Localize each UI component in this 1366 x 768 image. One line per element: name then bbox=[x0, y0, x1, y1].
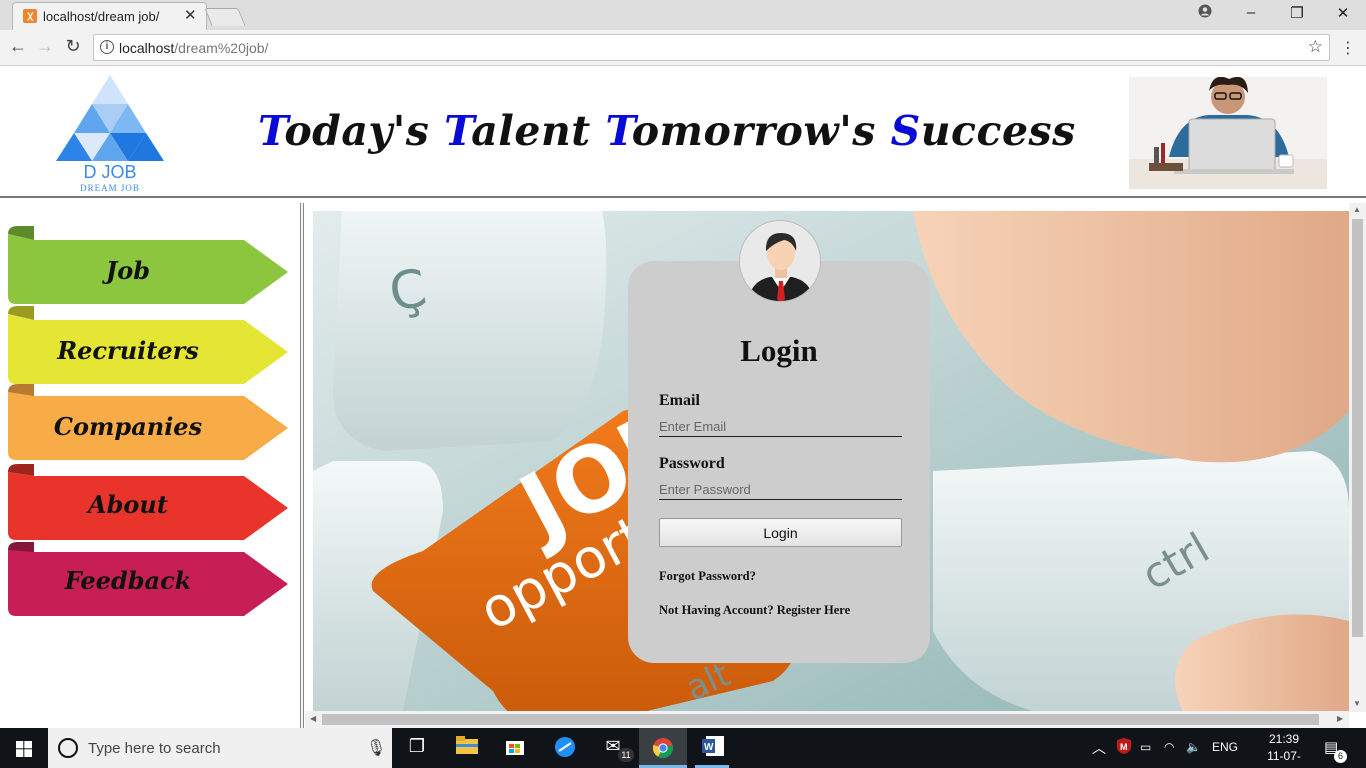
tagline-word-4: uccess bbox=[920, 107, 1076, 155]
tab-close-icon[interactable]: ✕ bbox=[184, 6, 197, 24]
clock-date: 11-07-2018 bbox=[1267, 749, 1301, 768]
sidebar-item-job[interactable]: Job bbox=[8, 226, 288, 304]
tab-title: localhost/dream job/ bbox=[43, 9, 160, 24]
sidebar-item-label: Recruiters bbox=[57, 336, 199, 365]
word-icon[interactable]: W bbox=[700, 736, 726, 760]
svg-text:M: M bbox=[1120, 742, 1128, 752]
windows-start-icon[interactable] bbox=[16, 741, 32, 757]
header-person-laptop-image bbox=[1129, 77, 1327, 189]
logo-text: D JOB bbox=[83, 162, 137, 182]
email-label: Email bbox=[659, 392, 700, 409]
restore-icon[interactable]: ❐ bbox=[1282, 4, 1312, 22]
site-logo[interactable]: D JOB DREAM JOB bbox=[55, 73, 165, 193]
tagline-cap-1: T bbox=[258, 107, 285, 155]
back-arrow-icon[interactable]: ← bbox=[6, 36, 30, 57]
login-title: Login bbox=[740, 333, 818, 368]
store-icon[interactable] bbox=[502, 736, 528, 760]
tagline-word-2: alent bbox=[471, 107, 606, 155]
tagline-word-1: oday's bbox=[284, 107, 445, 155]
scroll-up-icon[interactable]: ▲ bbox=[1353, 205, 1361, 214]
wifi-icon[interactable]: ◠ bbox=[1164, 740, 1174, 754]
triangle-logo-icon bbox=[56, 75, 164, 161]
logo-subtext: DREAM JOB bbox=[80, 183, 140, 193]
cortana-icon bbox=[58, 738, 78, 758]
svg-text:W: W bbox=[704, 742, 714, 753]
scroll-right-icon[interactable]: ▶ bbox=[1337, 714, 1343, 723]
sidebar-item-label: Feedback bbox=[64, 566, 192, 595]
battery-icon[interactable]: ▭ bbox=[1140, 740, 1151, 754]
sidebar-item-about[interactable]: About bbox=[8, 464, 288, 540]
chrome-icon bbox=[652, 738, 674, 758]
forgot-password-link[interactable]: Forgot Password? bbox=[659, 569, 756, 584]
password-field[interactable] bbox=[659, 480, 902, 500]
login-card: Login Email Password Login Forgot Passwo… bbox=[628, 261, 930, 663]
chrome-taskbar-button[interactable] bbox=[639, 728, 687, 768]
email-field[interactable] bbox=[659, 417, 902, 437]
horizontal-scrollbar[interactable]: ◀ ▶ bbox=[305, 711, 1349, 728]
clock[interactable]: 21:39 11-07-2018 bbox=[1256, 731, 1312, 768]
mail-badge: 11 bbox=[618, 748, 634, 762]
forward-arrow-icon[interactable]: → bbox=[33, 36, 57, 57]
tagline-cap-3: T bbox=[605, 107, 632, 155]
sidebar-nav: Job Recruiters Companies About Feedback bbox=[0, 200, 300, 728]
browser-toolbar: ← → ↻ i localhost/dream%20job/ ☆ ⋮ bbox=[0, 30, 1366, 66]
window-close-icon[interactable]: ✕ bbox=[1328, 4, 1358, 22]
mcafee-icon[interactable]: M bbox=[1116, 738, 1132, 757]
volume-icon[interactable]: 🔈 bbox=[1186, 740, 1201, 754]
vertical-scrollbar[interactable]: ▲ ▼ bbox=[1349, 203, 1366, 712]
register-link[interactable]: Not Having Account? Register Here bbox=[659, 603, 850, 618]
bookmark-star-icon[interactable]: ☆ bbox=[1308, 37, 1323, 57]
user-avatar-icon bbox=[739, 220, 821, 302]
address-bar[interactable]: i localhost/dream%20job/ ☆ bbox=[93, 34, 1330, 61]
scroll-left-icon[interactable]: ◀ bbox=[310, 714, 316, 723]
info-icon[interactable]: i bbox=[100, 40, 114, 54]
password-label: Password bbox=[659, 455, 725, 472]
url-host: localhost bbox=[119, 40, 175, 56]
horizontal-scroll-thumb[interactable] bbox=[322, 714, 1319, 725]
clock-time: 21:39 bbox=[1268, 732, 1300, 746]
url-path: /dream%20job/ bbox=[174, 40, 269, 56]
browser-titlebar: ꭓ localhost/dream job/ ✕ – ❐ ✕ bbox=[0, 0, 1366, 30]
site-tagline: Today's Talent Tomorrow's Success bbox=[258, 107, 1076, 155]
url-text[interactable]: localhost/dream%20job/ bbox=[119, 40, 268, 56]
show-hidden-icons[interactable]: ︿ bbox=[1092, 738, 1106, 758]
taskbar-search[interactable]: Type here to search 🎙 bbox=[48, 728, 392, 768]
language-indicator[interactable]: ENG bbox=[1212, 740, 1238, 754]
tagline-cap-4: S bbox=[890, 107, 921, 155]
sidebar-item-label: Job bbox=[105, 256, 151, 285]
search-placeholder: Type here to search bbox=[88, 740, 221, 757]
frame-divider[interactable] bbox=[300, 203, 304, 728]
profile-icon[interactable] bbox=[1190, 4, 1220, 22]
xampp-favicon-icon: ꭓ bbox=[23, 9, 37, 23]
minimize-icon[interactable]: – bbox=[1236, 4, 1266, 21]
microphone-icon[interactable]: 🎙 bbox=[366, 738, 386, 758]
login-button[interactable]: Login bbox=[659, 518, 902, 547]
sidebar-item-label: Companies bbox=[53, 412, 203, 441]
task-view-icon[interactable]: ❐ bbox=[404, 736, 430, 760]
connect-app-icon[interactable] bbox=[552, 736, 578, 760]
sidebar-item-feedback[interactable]: Feedback bbox=[8, 542, 288, 616]
sidebar-item-recruiters[interactable]: Recruiters bbox=[8, 306, 288, 384]
scroll-down-icon[interactable]: ▼ bbox=[1353, 699, 1361, 708]
windows-taskbar: Type here to search 🎙 ❐ ✉ 11 W ︿ M ▭ ◠ 🔈… bbox=[0, 728, 1366, 768]
notification-badge: 6 bbox=[1334, 750, 1347, 763]
file-explorer-icon[interactable] bbox=[454, 736, 480, 760]
sidebar-item-label: About bbox=[88, 490, 168, 519]
site-header: D JOB DREAM JOB Today's Talent Tomorrow'… bbox=[0, 67, 1366, 198]
reload-icon[interactable]: ↻ bbox=[61, 36, 85, 57]
sidebar-item-companies[interactable]: Companies bbox=[8, 384, 288, 460]
vertical-scroll-thumb[interactable] bbox=[1352, 219, 1363, 637]
tagline-cap-2: T bbox=[444, 107, 472, 155]
browser-tab[interactable]: ꭓ localhost/dream job/ ✕ bbox=[12, 2, 207, 30]
browser-menu-icon[interactable]: ⋮ bbox=[1340, 38, 1356, 58]
tagline-word-3: omorrow's bbox=[631, 107, 891, 155]
new-tab-button[interactable] bbox=[204, 8, 246, 26]
